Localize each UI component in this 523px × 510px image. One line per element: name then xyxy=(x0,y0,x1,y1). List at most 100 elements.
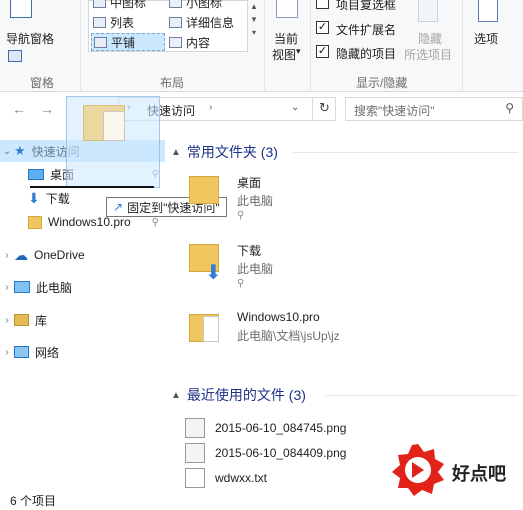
download-arrow-icon: ⬇ xyxy=(205,262,222,284)
address-dropdown-icon[interactable]: ⌄ xyxy=(291,102,299,113)
medium-icons-icon xyxy=(93,0,106,8)
image-file-icon xyxy=(185,443,205,463)
recent-files-title: 最近使用的文件 (3) xyxy=(186,387,306,403)
file-explorer-window: 导航窗格 窗格 中图标 小图标 列表 详细信息 平铺 内容 ▲ ▼ ▾ 布局 当前 … xyxy=(0,0,523,510)
folder-name: Windows10.pro xyxy=(237,310,320,324)
nav-label: 此电脑 xyxy=(36,280,73,295)
search-input[interactable]: 搜索"快速访问" ⚲ xyxy=(345,97,523,121)
nav-item-onedrive[interactable]: › ☁ OneDrive xyxy=(0,244,165,266)
nav-item-network[interactable]: › 网络 xyxy=(0,341,165,363)
recent-file-row[interactable]: 2015-06-10_084745.png xyxy=(185,418,346,438)
section-divider xyxy=(325,395,518,396)
layout-content[interactable]: 内容 xyxy=(169,33,210,51)
item-checkboxes-label: 项目复选框 xyxy=(336,0,397,12)
chevron-right-icon: › xyxy=(5,314,9,326)
refresh-icon: ↻ xyxy=(319,100,330,115)
preview-pane-icon[interactable] xyxy=(8,50,22,62)
watermark-logo xyxy=(392,444,444,496)
hide-selected-icon xyxy=(418,0,438,22)
folder-name: 下载 xyxy=(237,244,262,258)
chevron-up-icon: ▲ xyxy=(171,389,181,401)
layout-details[interactable]: 详细信息 xyxy=(169,13,234,31)
chevron-right-icon: › xyxy=(5,346,9,358)
watermark-text: 好点吧 xyxy=(452,464,506,484)
folder-tile[interactable]: 桌面 此电脑 ⚲ xyxy=(165,170,485,226)
pin-icon: ⚲ xyxy=(237,278,245,289)
folder-tile[interactable]: Windows10.pro 此电脑\文档\jsUp\jz xyxy=(165,308,485,364)
options-button[interactable]: 选项 xyxy=(468,0,508,66)
chevron-right-icon: › xyxy=(5,249,9,261)
ribbon-divider xyxy=(310,0,311,90)
file-extensions-checkbox[interactable]: ✓ xyxy=(316,21,329,34)
folder-tile[interactable]: ⬇ 下载 此电脑 ⚲ xyxy=(165,238,485,294)
layout-scroll[interactable]: ▲ ▼ ▾ xyxy=(248,0,260,52)
current-view-label: 当前 xyxy=(274,32,299,46)
folder-location: 此电脑\文档\jsUp\jz xyxy=(237,329,340,343)
nav-pane-label: 导航窗格 xyxy=(6,32,55,46)
back-arrow-icon[interactable]: ← xyxy=(12,101,26,117)
pin-icon: ↗ xyxy=(113,200,124,214)
details-icon xyxy=(169,16,182,28)
folder-icon xyxy=(28,215,42,229)
list-icon xyxy=(93,16,106,28)
chevron-down-icon: ▾ xyxy=(296,46,301,56)
download-arrow-icon: ⬇ xyxy=(28,189,40,206)
hide-selected-label: 隐藏 xyxy=(418,32,443,46)
recent-file-name: wdwxx.txt xyxy=(215,471,268,485)
tiles-icon xyxy=(94,36,107,48)
layout-group-label: 布局 xyxy=(160,76,185,90)
nav-item-libraries[interactable]: › 库 xyxy=(0,309,165,331)
chevron-right-icon: › xyxy=(5,281,9,293)
pane-group-label: 窗格 xyxy=(30,76,55,90)
layout-tiles[interactable]: 平铺 xyxy=(91,33,165,51)
nav-item-this-pc[interactable]: › 此电脑 xyxy=(0,276,165,298)
current-view-button[interactable]: 当前 视图 ▾ xyxy=(268,0,308,66)
search-placeholder: 搜索"快速访问" xyxy=(354,104,435,118)
document-icon xyxy=(203,316,219,342)
text-file-icon xyxy=(185,468,205,488)
pin-icon: ⚲ xyxy=(237,210,245,221)
document-icon xyxy=(103,111,125,141)
nav-label: 库 xyxy=(35,313,48,328)
chevron-up-icon: ▲ xyxy=(171,146,181,158)
insert-marker xyxy=(30,186,154,188)
hidden-items-checkbox[interactable]: ✓ xyxy=(316,45,329,58)
folder-location: 此电脑 xyxy=(237,262,274,276)
current-view-label2: 视图 xyxy=(272,48,297,62)
ribbon-divider xyxy=(462,0,463,90)
star-icon: ★ xyxy=(14,143,26,158)
recent-files-header[interactable]: ▲ 最近使用的文件 (3) xyxy=(171,385,306,405)
drag-ghost xyxy=(66,96,160,188)
network-icon xyxy=(14,346,29,358)
cloud-icon: ☁ xyxy=(14,246,28,263)
hidden-items-label: 隐藏的项目 xyxy=(336,47,397,61)
status-item-count: 6 个项目 xyxy=(10,494,57,508)
refresh-button[interactable]: ↻ xyxy=(312,97,336,121)
ribbon: 导航窗格 窗格 中图标 小图标 列表 详细信息 平铺 内容 ▲ ▼ ▾ 布局 当前 … xyxy=(0,0,523,92)
frequent-folders-header[interactable]: ▲ 常用文件夹 (3) xyxy=(171,142,278,162)
forward-arrow-icon[interactable]: → xyxy=(40,101,54,117)
nav-label: 网络 xyxy=(35,345,60,360)
layout-medium-icons[interactable]: 中图标 xyxy=(93,0,146,11)
chevron-down-icon: ⌄ xyxy=(2,145,12,157)
nav-pane-button[interactable]: 导航窗格 xyxy=(4,0,64,66)
hide-selected-button[interactable]: 隐藏 所选项目 xyxy=(402,0,458,66)
options-label: 选项 xyxy=(474,32,499,46)
nav-label: 下载 xyxy=(45,191,70,206)
folder-location: 此电脑 xyxy=(237,194,274,208)
search-icon: ⚲ xyxy=(505,101,514,115)
recent-file-name: 2015-06-10_084745.png xyxy=(215,421,347,435)
show-hide-group-label: 显示/隐藏 xyxy=(356,76,408,90)
content-icon xyxy=(169,36,182,48)
desktop-icon xyxy=(28,168,44,180)
recent-file-row[interactable]: 2015-06-10_084409.png xyxy=(185,443,346,463)
layout-list[interactable]: 列表 xyxy=(93,13,134,31)
file-extensions-label: 文件扩展名 xyxy=(336,23,397,37)
layout-small-icons[interactable]: 小图标 xyxy=(169,0,222,11)
recent-file-name: 2015-06-10_084409.png xyxy=(215,446,347,460)
computer-icon xyxy=(14,281,30,293)
ribbon-divider xyxy=(264,0,265,90)
recent-file-row[interactable]: wdwxx.txt xyxy=(185,468,267,488)
chevron-right-icon: › xyxy=(209,102,213,113)
item-checkboxes-checkbox[interactable] xyxy=(316,0,329,9)
